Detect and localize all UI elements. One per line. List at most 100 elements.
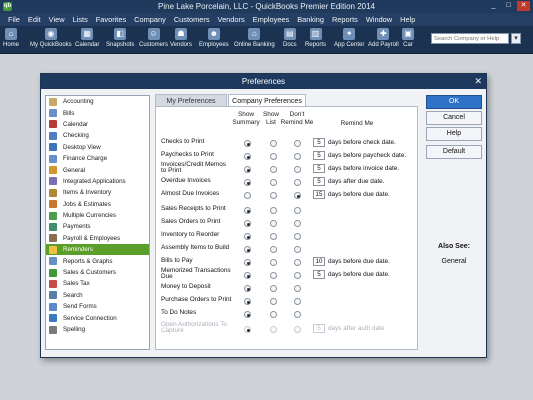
show-list-radio[interactable]	[270, 233, 277, 240]
menu-customers[interactable]: Customers	[174, 15, 210, 24]
toolbar-car[interactable]: ▣ Car	[402, 28, 414, 48]
dont-remind-radio[interactable]	[294, 285, 301, 292]
category-service-connection[interactable]: Service Connection	[46, 312, 149, 323]
category-payroll-and-employees[interactable]: Payroll & Employees	[46, 233, 149, 244]
menu-employees[interactable]: Employees	[253, 15, 290, 24]
show-list-radio[interactable]	[270, 220, 277, 227]
show-list-radio[interactable]	[270, 285, 277, 292]
dont-remind-radio[interactable]	[294, 153, 301, 160]
show-summary-radio[interactable]	[244, 311, 251, 318]
show-list-radio[interactable]	[270, 179, 277, 186]
toolbar-vendors[interactable]: ☗ Vendors	[170, 28, 192, 48]
dont-remind-radio[interactable]	[294, 140, 301, 147]
show-list-radio[interactable]	[270, 166, 277, 173]
category-send-forms[interactable]: Send Forms	[46, 301, 149, 312]
remind-days-input[interactable]: 5	[313, 138, 325, 147]
show-summary-radio[interactable]	[244, 233, 251, 240]
category-general[interactable]: General	[46, 164, 149, 175]
remind-days-input[interactable]: 5	[313, 270, 325, 279]
minimize-icon[interactable]: _	[487, 1, 500, 11]
show-list-radio[interactable]	[270, 140, 277, 147]
category-checking[interactable]: Checking	[46, 130, 149, 141]
remind-days-input[interactable]: 5	[313, 164, 325, 173]
category-reports-and-graphs[interactable]: Reports & Graphs	[46, 255, 149, 266]
toolbar-calendar[interactable]: ▦ Calendar	[75, 28, 99, 48]
show-list-radio[interactable]	[270, 298, 277, 305]
dont-remind-radio[interactable]	[294, 272, 301, 279]
dont-remind-radio[interactable]	[294, 259, 301, 266]
toolbar-customers[interactable]: ☺ Customers	[139, 28, 168, 48]
category-multiple-currencies[interactable]: Multiple Currencies	[46, 210, 149, 221]
show-summary-radio[interactable]	[244, 140, 251, 147]
menu-reports[interactable]: Reports	[332, 15, 358, 24]
show-summary-radio[interactable]	[244, 285, 251, 292]
show-summary-radio[interactable]	[244, 220, 251, 227]
show-summary-radio[interactable]	[244, 298, 251, 305]
remind-days-input[interactable]: 5	[313, 177, 325, 186]
toolbar-app-center[interactable]: ✦ App Center	[334, 28, 364, 48]
remind-days-input[interactable]: 10	[313, 257, 325, 266]
menu-file[interactable]: File	[8, 15, 20, 24]
remind-days-input[interactable]: 5	[313, 151, 325, 160]
dont-remind-radio[interactable]	[294, 220, 301, 227]
dont-remind-radio[interactable]	[294, 207, 301, 214]
category-spelling[interactable]: Spelling	[46, 324, 149, 335]
also-see-general-link[interactable]: General	[426, 258, 482, 265]
category-integrated-applications[interactable]: Integrated Applications	[46, 176, 149, 187]
show-summary-radio[interactable]	[244, 153, 251, 160]
dont-remind-radio[interactable]	[294, 192, 301, 199]
search-dropdown-button[interactable]: ▾	[511, 33, 521, 44]
help-button[interactable]: Help	[426, 127, 482, 141]
show-summary-radio[interactable]	[244, 246, 251, 253]
toolbar-employees[interactable]: ☻ Employees	[199, 28, 229, 48]
category-calendar[interactable]: Calendar	[46, 119, 149, 130]
category-sales-and-customers[interactable]: Sales & Customers	[46, 267, 149, 278]
dont-remind-radio[interactable]	[294, 233, 301, 240]
dont-remind-radio[interactable]	[294, 246, 301, 253]
cancel-button[interactable]: Cancel	[426, 111, 482, 125]
category-bills[interactable]: Bills	[46, 107, 149, 118]
show-list-radio[interactable]	[270, 259, 277, 266]
show-list-radio[interactable]	[270, 272, 277, 279]
category-search[interactable]: Search	[46, 290, 149, 301]
show-summary-radio[interactable]	[244, 192, 251, 199]
dont-remind-radio[interactable]	[294, 311, 301, 318]
dont-remind-radio[interactable]	[294, 166, 301, 173]
category-finance-charge[interactable]: Finance Charge	[46, 153, 149, 164]
category-sales-tax[interactable]: Sales Tax	[46, 278, 149, 289]
dont-remind-radio[interactable]	[294, 298, 301, 305]
remind-days-input[interactable]: 15	[313, 190, 325, 199]
show-summary-radio[interactable]	[244, 179, 251, 186]
menu-window[interactable]: Window	[366, 15, 392, 24]
maximize-icon[interactable]: □	[502, 1, 515, 11]
show-list-radio[interactable]	[270, 192, 277, 199]
close-icon[interactable]: ✕	[517, 1, 530, 11]
category-desktop-view[interactable]: Desktop View	[46, 142, 149, 153]
ok-button[interactable]: OK	[426, 95, 482, 109]
category-items-and-inventory[interactable]: Items & Inventory	[46, 187, 149, 198]
category-jobs-and-estimates[interactable]: Jobs & Estimates	[46, 199, 149, 210]
menu-favorites[interactable]: Favorites	[96, 15, 126, 24]
toolbar-docs[interactable]: ▤ Docs	[283, 28, 297, 48]
show-summary-radio[interactable]	[244, 207, 251, 214]
menu-edit[interactable]: Edit	[28, 15, 41, 24]
menu-help[interactable]: Help	[400, 15, 415, 24]
show-list-radio[interactable]	[270, 153, 277, 160]
toolbar-reports[interactable]: ▥ Reports	[305, 28, 326, 48]
menu-vendors[interactable]: Vendors	[218, 15, 245, 24]
category-accounting[interactable]: Accounting	[46, 96, 149, 107]
search-input[interactable]	[431, 33, 509, 44]
show-summary-radio[interactable]	[244, 166, 251, 173]
show-list-radio[interactable]	[270, 246, 277, 253]
dialog-close-icon[interactable]: ✕	[474, 76, 482, 87]
category-reminders[interactable]: Reminders	[46, 244, 149, 256]
toolbar-snapshots[interactable]: ◧ Snapshots	[106, 28, 134, 48]
toolbar-my-quickbooks[interactable]: ◉ My QuickBooks	[30, 28, 72, 48]
show-list-radio[interactable]	[270, 207, 277, 214]
show-list-radio[interactable]	[270, 311, 277, 318]
toolbar-add-payroll[interactable]: ✚ Add Payroll	[368, 28, 399, 48]
category-payments[interactable]: Payments	[46, 221, 149, 232]
menu-lists[interactable]: Lists	[73, 15, 88, 24]
menu-view[interactable]: View	[49, 15, 65, 24]
menu-company[interactable]: Company	[134, 15, 166, 24]
